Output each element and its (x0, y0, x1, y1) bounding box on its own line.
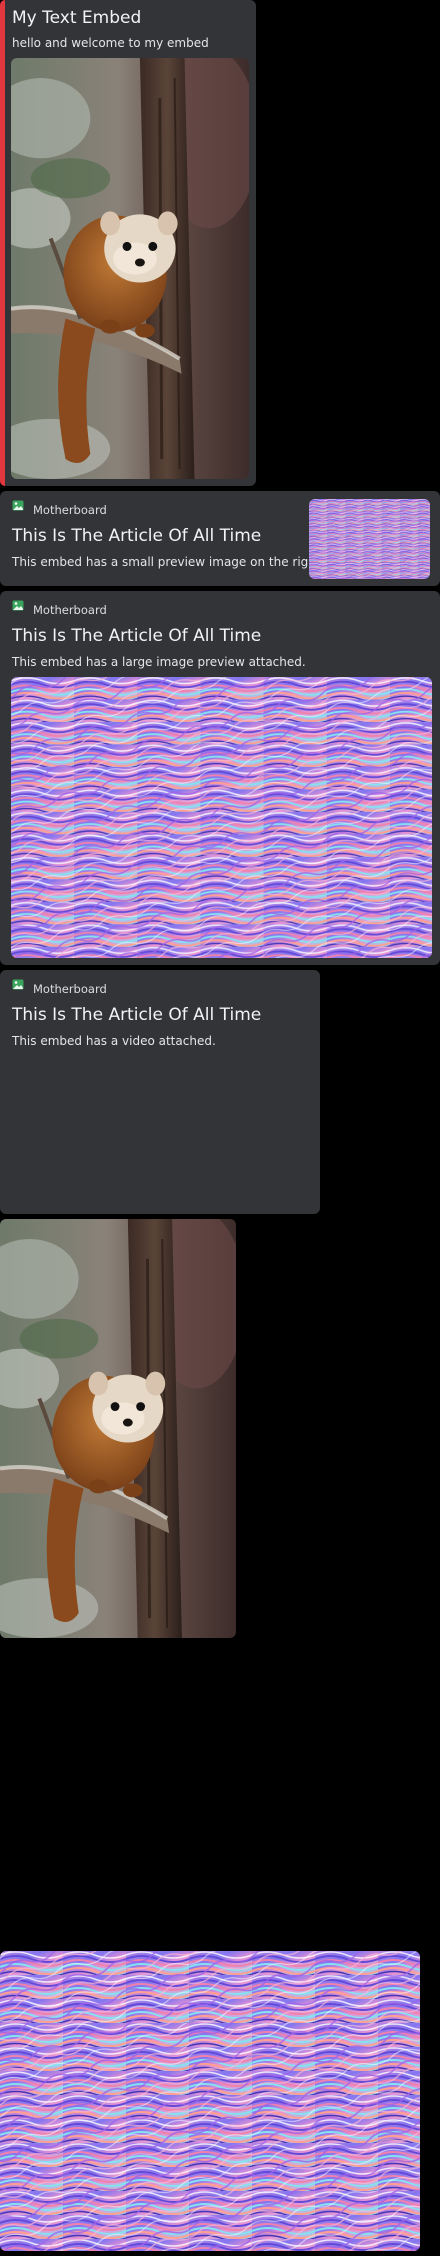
embed-title[interactable]: This Is The Article Of All Time (12, 626, 261, 646)
embed-description: This embed has a small preview image on … (12, 555, 333, 569)
embed-title[interactable]: This Is The Article Of All Time (12, 1005, 261, 1025)
embed-description: hello and welcome to my embed (12, 36, 209, 50)
article-embed-small: Motherboard This Is The Article Of All T… (0, 491, 440, 586)
embed-title[interactable]: This Is The Article Of All Time (12, 526, 261, 546)
embed-image[interactable] (11, 677, 432, 958)
image-icon (12, 500, 24, 511)
embed-description: This embed has a large image preview att… (12, 655, 306, 669)
text-embed: My Text Embed hello and welcome to my em… (0, 0, 256, 486)
embed-provider[interactable]: Motherboard (33, 503, 107, 517)
image-icon (12, 600, 24, 611)
attachment-image[interactable] (0, 1219, 236, 1638)
embed-thumbnail[interactable] (309, 499, 430, 579)
article-embed-large: Motherboard This Is The Article Of All T… (0, 591, 440, 965)
attachment-image[interactable] (0, 1951, 420, 2251)
embed-description: This embed has a video attached. (12, 1034, 216, 1048)
article-embed-video: Motherboard This Is The Article Of All T… (0, 970, 320, 1214)
embed-provider[interactable]: Motherboard (33, 982, 107, 996)
embed-video-player[interactable] (11, 1056, 309, 1206)
embed-title: My Text Embed (12, 8, 142, 28)
embed-accent-bar (0, 0, 5, 486)
image-icon (12, 979, 24, 990)
embed-provider[interactable]: Motherboard (33, 603, 107, 617)
embed-image[interactable] (11, 58, 249, 479)
